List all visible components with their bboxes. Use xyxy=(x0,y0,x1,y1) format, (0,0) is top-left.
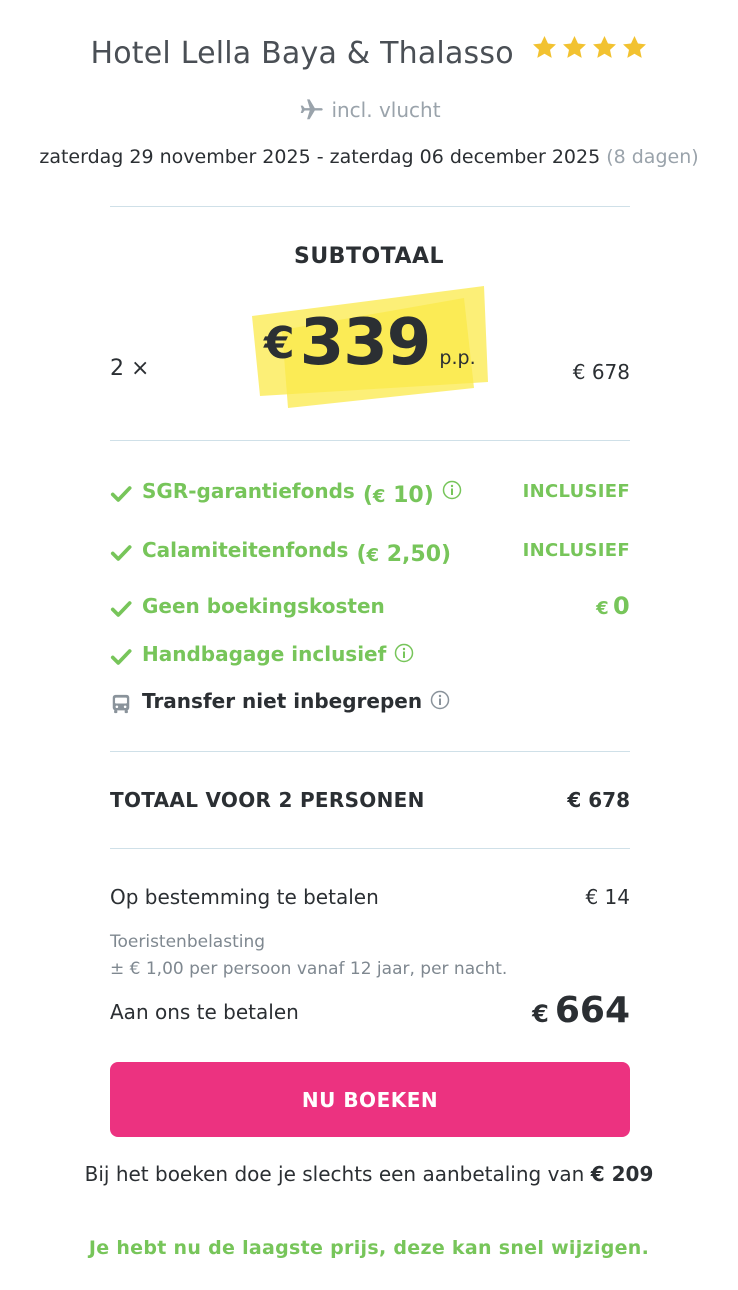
deposit-amount: € 209 xyxy=(590,1162,654,1186)
extra-open: ( xyxy=(356,542,367,567)
price-highlight: € 339 p.p. xyxy=(252,284,492,408)
feature-label-text: Transfer niet inbegrepen xyxy=(142,689,423,713)
star-icon xyxy=(562,36,586,58)
deposit-text: Bij het boeken doe je slechts een aanbet… xyxy=(84,1162,585,1186)
info-icon[interactable] xyxy=(430,690,450,710)
extra-value: 10) xyxy=(393,483,434,508)
flight-label: incl. vlucht xyxy=(331,98,441,122)
feature-label-text: Handbagage inclusief xyxy=(142,642,387,666)
book-now-button[interactable]: NU BOEKEN xyxy=(110,1062,630,1137)
divider xyxy=(110,751,630,752)
travel-dates: zaterdag 29 november 2025 - zaterdag 06 … xyxy=(0,146,738,168)
extra-value: 2,50) xyxy=(386,542,452,567)
feature-extra-amount: (€ 2,50) xyxy=(356,542,451,567)
feature-boekingskosten: Geen boekingskosten €0 xyxy=(110,592,630,624)
extra-open: ( xyxy=(362,483,373,508)
bus-icon xyxy=(112,694,130,714)
airplane-icon xyxy=(301,99,324,120)
extra-currency: € xyxy=(366,545,380,566)
feature-label: SGR-garantiefonds (€ 10) xyxy=(142,479,462,508)
feature-extra-amount: (€ 10) xyxy=(363,483,434,508)
check-icon xyxy=(110,545,132,561)
flight-included: incl. vlucht xyxy=(0,96,738,122)
star-icon xyxy=(592,36,616,58)
divider xyxy=(110,206,630,207)
feature-label: Geen boekingskosten xyxy=(142,594,385,618)
info-icon[interactable] xyxy=(442,480,462,500)
feature-status: INCLUSIEF xyxy=(522,540,630,561)
per-person-label: p.p. xyxy=(439,347,476,369)
payable-value: 664 xyxy=(554,990,630,1031)
check-icon xyxy=(110,601,132,617)
destination-label: Op bestemming te betalen xyxy=(110,885,379,909)
feature-status: INCLUSIEF xyxy=(522,481,630,502)
feature-cost: €0 xyxy=(596,592,630,620)
feature-transfer: Transfer niet inbegrepen xyxy=(110,689,630,719)
feature-label-text: Calamiteitenfonds xyxy=(142,538,349,562)
price-currency: € xyxy=(264,318,295,369)
cost-currency: € xyxy=(596,598,609,619)
deposit-info: Bij het boeken doe je slechts een aanbet… xyxy=(0,1162,738,1186)
feature-handbagage: Handbagage inclusief xyxy=(110,642,630,672)
divider xyxy=(110,440,630,441)
destination-amount: € 14 xyxy=(585,885,630,909)
check-icon xyxy=(110,486,132,502)
traveller-quantity: 2 × xyxy=(110,356,150,381)
total-label: TOTAAL VOOR 2 PERSONEN xyxy=(110,788,425,812)
subtotal-amount: € 678 xyxy=(572,360,630,384)
payable-row: Aan ons te betalen €664 xyxy=(110,990,630,1040)
payable-currency: € xyxy=(532,1000,549,1028)
star-icon xyxy=(622,36,646,58)
price-amount: 339 xyxy=(299,306,432,380)
divider xyxy=(110,848,630,849)
date-range: zaterdag 29 november 2025 - zaterdag 06 … xyxy=(39,146,601,168)
tourist-tax-title: Toeristenbelasting xyxy=(110,932,266,952)
hotel-name: Hotel Lella Baya & Thalasso xyxy=(90,36,514,71)
feature-label: Transfer niet inbegrepen xyxy=(142,689,450,713)
feature-label: Handbagage inclusief xyxy=(142,642,414,666)
check-icon xyxy=(110,649,132,665)
payable-amount: €664 xyxy=(532,990,630,1031)
total-amount: € 678 xyxy=(567,788,630,812)
feature-sgr: SGR-garantiefonds (€ 10) INCLUSIEF xyxy=(110,479,630,509)
cost-value: 0 xyxy=(613,592,630,620)
subtotal-heading: SUBTOTAAL xyxy=(293,244,445,269)
info-icon[interactable] xyxy=(394,643,414,663)
feature-calamiteiten: Calamiteitenfonds (€ 2,50) INCLUSIEF xyxy=(110,538,630,568)
price-per-person: € 339 p.p. xyxy=(264,306,476,380)
feature-label-text: SGR-garantiefonds xyxy=(142,479,355,503)
tourist-tax-description: ± € 1,00 per persoon vanaf 12 jaar, per … xyxy=(110,959,508,979)
star-icon xyxy=(532,36,556,58)
star-rating xyxy=(528,34,648,69)
trip-duration: (8 dagen) xyxy=(606,146,699,168)
payable-label: Aan ons te betalen xyxy=(110,1000,299,1024)
lowest-price-note: Je hebt nu de laagste prijs, deze kan sn… xyxy=(88,1237,650,1259)
extra-currency: € xyxy=(372,486,386,507)
hotel-title: Hotel Lella Baya & Thalasso xyxy=(0,34,738,71)
feature-label: Calamiteitenfonds (€ 2,50) xyxy=(142,538,451,567)
